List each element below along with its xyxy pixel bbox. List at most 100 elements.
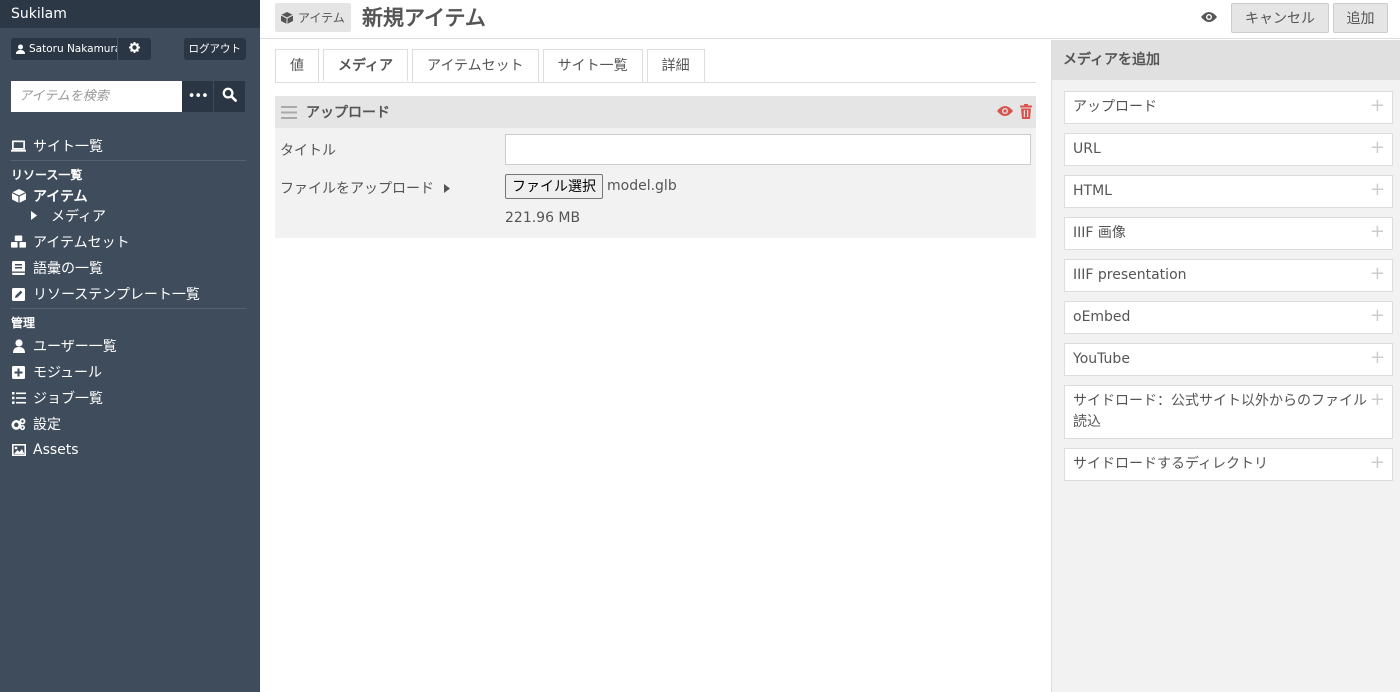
sidebar-item-label: 設定 [33,417,61,433]
option-label: HTML [1073,183,1112,199]
section-tabs: 値 メディア アイテムセット サイト一覧 詳細 [275,49,1036,83]
media-upload-panel: アップロード タイトル ファイルをアップロード ファイル選択 model.glb… [275,96,1036,238]
sidebar-subitem-media[interactable]: メディア [0,206,260,226]
upload-label: ファイルをアップロード [280,178,450,198]
choose-file-button[interactable]: ファイル選択 [505,174,603,199]
cubes-icon [11,235,26,250]
add-media-option-url[interactable]: URL + [1064,133,1393,166]
option-label: oEmbed [1073,309,1131,325]
plus-icon: + [1369,179,1385,200]
brand-title[interactable]: Sukilam [0,0,260,28]
media-panel-actions [997,104,1032,123]
option-label: YouTube [1073,351,1130,367]
breadcrumb-label: アイテム [298,11,345,25]
user-button[interactable]: Satoru Nakamura [11,38,126,60]
upload-label-text: ファイルをアップロード [280,181,434,197]
file-size: 221.96 MB [505,210,581,226]
sidebar-item-assets[interactable]: Assets [0,437,260,463]
logout-button[interactable]: ログアウト [183,38,246,60]
drag-handle-icon[interactable] [281,105,297,119]
sidebar-item-sites[interactable]: サイト一覧 [0,133,260,159]
sidebar-nav: サイト一覧 リソース一覧 アイテム メディア アイテムセット 語彙の一覧 リソー… [0,133,260,463]
user-settings-button[interactable] [117,38,151,60]
add-media-option-iiif-image[interactable]: IIIF 画像 + [1064,217,1393,250]
add-media-option-html[interactable]: HTML + [1064,175,1393,208]
breadcrumb[interactable]: アイテム [275,3,351,32]
option-label: アップロード [1073,99,1157,115]
cancel-button[interactable]: キャンセル [1231,3,1329,33]
add-media-option-iiif-presentation[interactable]: IIIF presentation + [1064,259,1393,292]
add-media-option-youtube[interactable]: YouTube + [1064,343,1393,376]
plus-square-icon [11,365,26,380]
tab-advanced[interactable]: 詳細 [646,49,705,82]
nav-divider [11,160,246,161]
book-icon [11,261,26,276]
sidebar-item-label: Assets [33,442,79,458]
search-icon [222,87,238,106]
plus-icon: + [1369,95,1385,116]
sidebar-item-users[interactable]: ユーザー一覧 [0,333,260,359]
plus-icon: + [1369,452,1385,473]
add-button[interactable]: 追加 [1333,3,1388,33]
search-button[interactable] [214,81,245,112]
search-input[interactable] [11,81,182,112]
sidebar-item-label: アイテムセット [33,235,130,251]
user-bar: Satoru Nakamura ログアウト [11,38,246,60]
sidebar-item-label: 語彙の一覧 [33,261,103,277]
nav-heading-admin: 管理 [11,316,36,330]
ellipsis-icon: ••• [187,89,209,104]
cube-icon [281,11,293,24]
media-panel-title: アップロード [306,105,390,121]
page-header: アイテム 新規アイテム キャンセル 追加 [260,0,1400,39]
page-title: 新規アイテム [362,6,486,30]
tab-item-sets[interactable]: アイテムセット [412,49,539,82]
sidebar-item-label: リソーステンプレート一覧 [33,287,200,303]
sidebar-item-settings[interactable]: 設定 [0,411,260,437]
cogs-icon [11,417,26,432]
sidebar-item-label: ユーザー一覧 [33,339,117,355]
tab-values[interactable]: 値 [275,49,319,82]
add-media-option-sideload[interactable]: サイドロード：公式サイト以外からのファイル読込 + [1064,385,1393,439]
option-label: IIIF 画像 [1073,225,1126,241]
search-bar: ••• [11,81,245,112]
nav-divider [11,308,246,309]
laptop-icon [11,139,26,154]
plus-icon: + [1369,389,1385,410]
cube-icon [11,188,26,203]
sidebar-item-item-sets[interactable]: アイテムセット [0,229,260,255]
add-media-option-sideload-directory[interactable]: サイドロードするディレクトリ + [1064,448,1393,481]
title-input[interactable] [505,134,1031,165]
image-icon [11,443,26,458]
eye-icon[interactable] [997,104,1013,123]
edit-icon [11,287,26,302]
trash-icon[interactable] [1020,104,1032,123]
tab-media[interactable]: メディア [323,49,409,82]
eye-icon[interactable] [1201,10,1217,28]
sidebar-item-resource-templates[interactable]: リソーステンプレート一覧 [0,281,260,307]
selected-file-name: model.glb [607,178,677,194]
user-icon [11,339,26,354]
media-panel-header: アップロード [275,96,1036,128]
add-media-option-oembed[interactable]: oEmbed + [1064,301,1393,334]
sidebar-item-label: モジュール [33,365,103,381]
sidebar-item-label: サイト一覧 [33,139,103,155]
plus-icon: + [1369,137,1385,158]
tasks-icon [11,391,26,406]
plus-icon: + [1369,305,1385,326]
add-media-option-upload[interactable]: アップロード + [1064,91,1393,124]
advanced-search-button[interactable]: ••• [182,81,214,112]
sidebar-item-vocabularies[interactable]: 語彙の一覧 [0,255,260,281]
option-label: URL [1073,141,1101,157]
sidebar-item-label: ジョブ一覧 [33,391,103,407]
user-icon [16,44,25,54]
tab-sites[interactable]: サイト一覧 [542,49,643,82]
sidebar-item-modules[interactable]: モジュール [0,359,260,385]
sidebar-item-label: メディア [51,209,107,225]
sidebar-item-jobs[interactable]: ジョブ一覧 [0,385,260,411]
title-label: タイトル [280,143,336,159]
user-name: Satoru Nakamura [29,43,122,55]
add-media-heading: メディアを追加 [1052,40,1400,80]
sidebar-item-items[interactable]: アイテム [0,185,260,206]
gear-icon [129,41,140,57]
caret-right-icon[interactable] [444,183,450,193]
